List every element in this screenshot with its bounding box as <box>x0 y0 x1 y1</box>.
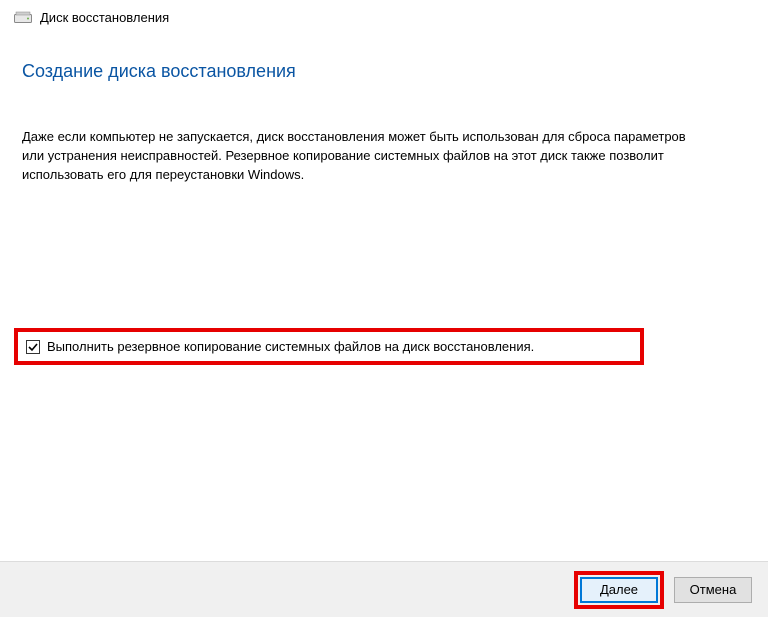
wizard-content: Создание диска восстановления Даже если … <box>0 31 768 185</box>
drive-icon <box>14 11 32 25</box>
page-heading: Создание диска восстановления <box>22 61 746 82</box>
backup-checkbox[interactable] <box>26 340 40 354</box>
next-button-highlight: Далее <box>574 571 664 609</box>
backup-checkbox-label: Выполнить резервное копирование системны… <box>47 339 534 354</box>
button-bar: Далее Отмена <box>0 561 768 617</box>
titlebar: Диск восстановления <box>0 0 768 31</box>
backup-checkbox-row[interactable]: Выполнить резервное копирование системны… <box>14 328 644 365</box>
page-description: Даже если компьютер не запускается, диск… <box>22 128 702 185</box>
cancel-button[interactable]: Отмена <box>674 577 752 603</box>
next-button[interactable]: Далее <box>580 577 658 603</box>
window-title: Диск восстановления <box>40 10 169 25</box>
